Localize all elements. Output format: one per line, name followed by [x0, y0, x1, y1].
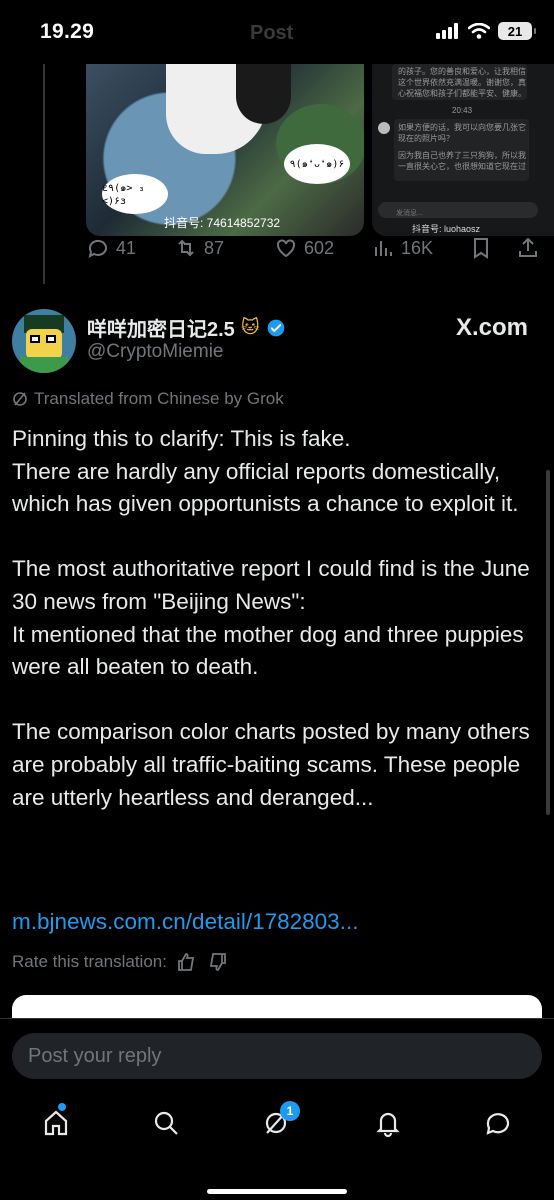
grok-icon: [13, 392, 27, 406]
chat-line: 因为我自己也养了三只狗狗，所以我: [398, 151, 526, 160]
repost-button[interactable]: 87: [174, 236, 224, 260]
bell-icon: [376, 1112, 400, 1138]
status-bar: 19.29 Post 21: [0, 0, 554, 64]
thumbs-down-icon[interactable]: [207, 952, 227, 972]
tab-home[interactable]: [36, 1101, 76, 1145]
cat-emoji-icon: 🐱: [240, 317, 260, 337]
like-button[interactable]: 602: [274, 236, 334, 260]
bottom-area: Post your reply 1: [0, 1018, 554, 1200]
chat-input-placeholder: 发消息...: [396, 210, 423, 217]
media-image-chat[interactable]: 的孩子。您的善良和爱心，让我相信 这个世界依然充满温暖。谢谢您，真 心祝福您和孩…: [372, 64, 554, 236]
repost-count: 87: [204, 237, 225, 258]
author-handle[interactable]: @CryptoMiemie: [87, 341, 223, 363]
media-watermark: 抖音号: 74614852732: [164, 216, 281, 230]
repost-icon: [178, 239, 194, 257]
avatar-body: [20, 357, 68, 373]
avatar-glass-right: [46, 335, 56, 343]
search-icon: [154, 1111, 178, 1135]
chat-text-block: 的孩子。您的善良和爱心，让我相信 这个世界依然充满温暖。谢谢您，真 心祝福您和孩…: [382, 66, 542, 116]
rate-label: Rate this translation:: [12, 952, 167, 971]
screen-title: Post: [250, 22, 294, 44]
heart-icon: [277, 239, 295, 258]
tab-bar: 1: [0, 1101, 554, 1145]
views-count: 16K: [401, 237, 434, 258]
verified-badge-icon: [267, 319, 284, 336]
status-icons: 21: [436, 22, 536, 40]
status-time: 19.29: [40, 20, 95, 43]
battery-icon: 21: [498, 22, 536, 40]
media-watermark: 抖音号: luohaosz: [412, 224, 481, 234]
media-image-cat[interactable]: ε٩(๑> ₃ <)۶з ٩(๑❛ᴗ❛๑)۶ 抖音号: 74614852732: [86, 64, 364, 236]
chat-avatar: [378, 122, 390, 134]
views-icon: [375, 241, 392, 256]
thread-line: [43, 64, 45, 284]
share-icon: [519, 237, 537, 257]
author-name[interactable]: 咩咩加密日记2.5: [87, 313, 235, 342]
cat-shape-dark: [236, 64, 291, 124]
translation-text: Translated from Chinese by Grok: [34, 389, 284, 408]
avatar[interactable]: [12, 309, 76, 373]
notification-dot: [58, 1103, 66, 1111]
share-button[interactable]: [516, 236, 540, 260]
scrollbar[interactable]: [546, 470, 550, 815]
avatar-glass-left: [30, 335, 40, 343]
reply-count: 41: [116, 237, 137, 258]
like-count: 602: [304, 237, 335, 258]
source-brand: X.com: [455, 314, 528, 341]
reply-input[interactable]: Post your reply: [12, 1033, 542, 1079]
translation-label: Translated from Chinese by Grok: [12, 389, 284, 409]
wifi-icon: [468, 23, 490, 39]
chat-line: 的孩子。您的善良和爱心，让我相信: [398, 67, 526, 76]
sticker-right: ٩(๑❛ᴗ❛๑)۶: [284, 144, 350, 184]
rate-translation: Rate this translation:: [12, 952, 227, 972]
post-text: Pinning this to clarify: This is fake. T…: [12, 426, 530, 810]
tab-messages[interactable]: [478, 1101, 518, 1145]
bookmark-button[interactable]: [469, 236, 493, 260]
views-button[interactable]: 16K: [371, 236, 433, 260]
chat-line: 这个世界依然充满温暖。谢谢您，真: [398, 78, 526, 87]
chat-input: 发消息...: [378, 202, 538, 218]
chat-line: 一直很关心它，也很想知道它现在过: [398, 162, 526, 171]
chat-line: 心祝福您和孩子们都能平安、健康。: [398, 89, 526, 98]
chat-bubble-icon: [486, 1113, 510, 1135]
chat-text-block-2: 如果方便的话，我可以向您要几张它 现在的照片吗？ 因为我自己也养了三只狗狗，所以…: [398, 122, 528, 172]
tab-notifications[interactable]: [368, 1101, 408, 1145]
chat-line: 如果方便的话，我可以向您要几张它: [398, 123, 526, 132]
cellular-signal-icon: [436, 23, 458, 39]
post-link[interactable]: m.bjnews.com.cn/detail/1782803...: [12, 909, 358, 935]
tab-badge: 1: [280, 1101, 300, 1121]
home-indicator: [207, 1189, 347, 1194]
reply-button[interactable]: 41: [86, 236, 136, 260]
reply-icon: [88, 239, 107, 258]
chat-line: 现在的照片吗？: [398, 134, 454, 143]
author-name-row[interactable]: 咩咩加密日记2.5 🐱: [87, 313, 286, 342]
avatar-face: [26, 329, 62, 359]
thumbs-up-icon[interactable]: [177, 952, 197, 972]
tab-grok[interactable]: 1: [256, 1101, 300, 1145]
chat-time: 20:43: [452, 106, 473, 115]
bookmark-icon: [474, 238, 488, 259]
sticker-left: ε٩(๑> ₃ <)۶з: [102, 174, 168, 214]
tab-search[interactable]: [146, 1101, 186, 1145]
home-icon: [44, 1110, 68, 1136]
